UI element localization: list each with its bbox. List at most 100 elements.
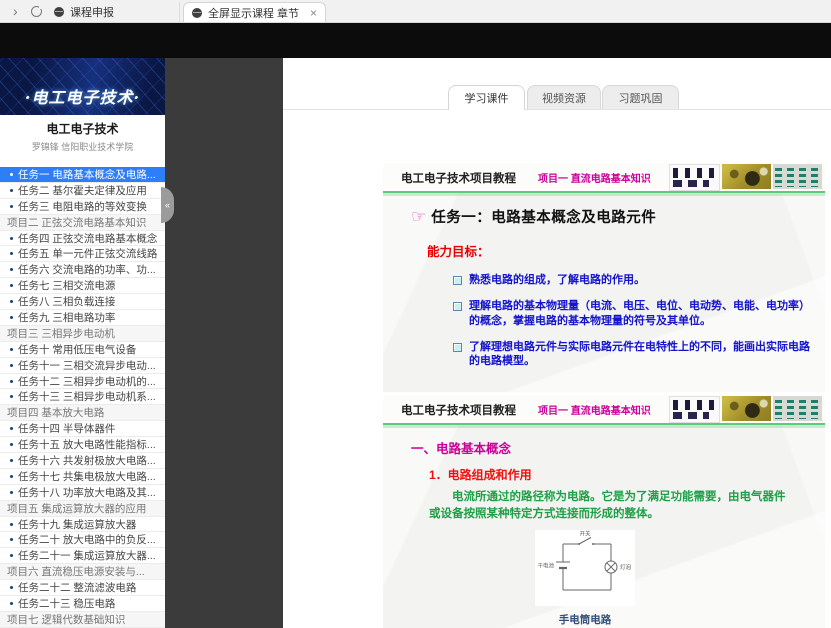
sidebar-item-task[interactable]: 任务十八 功率放大电路及其... <box>0 485 165 501</box>
bullet-dot-icon <box>10 380 13 383</box>
sidebar-item-label: 任务十九 集成运算放大器 <box>18 517 136 532</box>
browser-tab-label: 课程申报 <box>70 4 114 20</box>
slide-1: 电工电子技术项目教程 项目一 直流电路基本知识 ☞ 任务一：电路基本概念及电路元… <box>383 163 825 392</box>
tab-exercises[interactable]: 习题巩固 <box>602 85 679 109</box>
sidebar-section-header[interactable]: 项目七 逻辑代数基础知识 <box>0 612 165 628</box>
sidebar-item-task[interactable]: 任务二十三 稳压电路 <box>0 596 165 612</box>
course-title: 电工电子技术 <box>0 120 165 137</box>
bullet-dot-icon <box>10 395 13 398</box>
sidebar-menu: 任务一 电路基本概念及电路...任务二 基尔霍夫定律及应用任务三 电阻电路的等效… <box>0 167 165 628</box>
sidebar-item-label: 项目二 正弦交流电路基本知识 <box>7 215 146 230</box>
sidebar-item-label: 任务七 三相交流电源 <box>18 278 115 293</box>
sidebar-item-label: 任务十八 功率放大电路及其... <box>18 485 156 500</box>
sidebar-item-task[interactable]: 任务十七 共集电极放大电路... <box>0 469 165 485</box>
body-paragraph: 电流所通过的路径称为电路。它是为了满足功能需要，由电气器件或设备按照某种特定方式… <box>429 489 787 522</box>
bullet-dot-icon <box>10 316 13 319</box>
bullet-dot-icon <box>10 205 13 208</box>
sidebar-item-task[interactable]: 任务十三 三相异步电动机系... <box>0 389 165 405</box>
bullet-dot-icon <box>10 237 13 240</box>
tab-learning-courseware[interactable]: 学习课件 <box>448 85 525 110</box>
slide-header: 电工电子技术项目教程 项目一 直流电路基本知识 <box>383 163 825 193</box>
sidebar-item-label: 任务十一 三相交流异步电动... <box>18 358 156 373</box>
sidebar-item-task[interactable]: 任务一 电路基本概念及电路... <box>0 167 165 183</box>
browser-tab-label: 全屏显示课程 章节 <box>208 5 299 21</box>
bullet-dot-icon <box>10 602 13 605</box>
sidebar-section-header[interactable]: 项目六 直流稳压电源安装与... <box>0 564 165 580</box>
bullet-dot-icon <box>10 538 13 541</box>
sidebar-section-header[interactable]: 项目五 集成运算放大器的应用 <box>0 501 165 517</box>
sidebar-item-task[interactable]: 任务二十 放大电路中的负反... <box>0 532 165 548</box>
tab-divider-line <box>283 109 831 110</box>
simulation-screenshot-thumbnail <box>773 396 822 421</box>
sidebar-item-label: 任务十七 共集电极放大电路... <box>18 469 156 484</box>
sidebar-item-task[interactable]: 任务九 三相电路功率 <box>0 310 165 326</box>
sidebar-section-header[interactable]: 项目四 基本放大电路 <box>0 405 165 421</box>
sidebar-item-label: 任务十五 放大电路性能指标... <box>18 437 156 452</box>
sidebar-item-task[interactable]: 任务十九 集成运算放大器 <box>0 517 165 533</box>
sidebar-item-label: 任务二十三 稳压电路 <box>18 596 115 611</box>
sidebar-item-task[interactable]: 任务四 正弦交流电路基本概念 <box>0 231 165 247</box>
slide-header-title: 电工电子技术项目教程 <box>401 170 516 186</box>
bullet-dot-icon <box>10 284 13 287</box>
sidebar-section-header[interactable]: 项目三 三相异步电动机 <box>0 326 165 342</box>
sidebar-item-task[interactable]: 任务二十一 集成运算放大器... <box>0 548 165 564</box>
sidebar-item-task[interactable]: 任务十二 三相异步电动机的... <box>0 374 165 390</box>
sidebar-item-task[interactable]: 任务十五 放大电路性能指标... <box>0 437 165 453</box>
close-icon[interactable]: × <box>310 7 317 19</box>
circuit-diagram: 开关 干电池 灯泡 <box>535 530 635 606</box>
slide-2: 电工电子技术项目教程 项目一 直流电路基本知识 一、电路基本概念 1．电路组成和… <box>383 395 825 628</box>
bullet-dot-icon <box>10 554 13 557</box>
bullet-text: 理解电路的基本物理量（电流、电压、电位、电动势、电能、电功率）的概念，掌握电路的… <box>469 299 811 329</box>
circuit-schematic-thumbnail <box>669 164 720 191</box>
figure-caption: 手电筒电路 <box>533 612 637 627</box>
switch-label: 开关 <box>579 530 591 538</box>
sidebar-item-label: 任务三 电阻电路的等效变换 <box>18 199 147 214</box>
sidebar-item-task[interactable]: 任务十 常用低压电气设备 <box>0 342 165 358</box>
course-sidebar: ·电工电子技术· 电工电子技术 罗锦锋 信阳职业技术学院 任务一 电路基本概念及… <box>0 58 165 628</box>
circuit-schematic-thumbnail <box>669 396 720 423</box>
sidebar-item-task[interactable]: 任务二 基尔霍夫定律及应用 <box>0 183 165 199</box>
tab-video-resources[interactable]: 视频资源 <box>527 85 601 109</box>
sidebar-item-task[interactable]: 任务三 电阻电路的等效变换 <box>0 199 165 215</box>
forward-icon[interactable]: › <box>13 3 18 19</box>
sidebar-item-task[interactable]: 任务八 三相负载连接 <box>0 294 165 310</box>
pcb-photo-thumbnail <box>722 164 771 189</box>
slide-header-title: 电工电子技术项目教程 <box>401 402 516 418</box>
sidebar-item-task[interactable]: 任务十四 半导体器件 <box>0 421 165 437</box>
sidebar-section-header[interactable]: 项目二 正弦交流电路基本知识 <box>0 215 165 231</box>
square-bullet-icon <box>453 276 462 285</box>
sidebar-item-label: 项目三 三相异步电动机 <box>7 326 115 341</box>
sidebar-item-label: 任务二十一 集成运算放大器... <box>18 548 156 563</box>
background-gap <box>165 58 283 628</box>
bullet-dot-icon <box>10 459 13 462</box>
sidebar-item-task[interactable]: 任务七 三相交流电源 <box>0 278 165 294</box>
pcb-photo-thumbnail <box>722 396 771 421</box>
browser-topbar: › 课程申报 全屏显示课程 章节 × <box>0 0 831 23</box>
sidebar-item-task[interactable]: 任务二十二 整流滤波电路 <box>0 580 165 596</box>
flashlight-circuit-figure: 开关 干电池 灯泡 手电筒电路 <box>533 530 637 627</box>
sidebar-item-task[interactable]: 任务六 交流电路的功率、功... <box>0 262 165 278</box>
sidebar-item-label: 任务五 单一元件正弦交流线路 <box>18 246 157 261</box>
sidebar-item-task[interactable]: 任务五 单一元件正弦交流线路 <box>0 246 165 262</box>
bullet-dot-icon <box>10 475 13 478</box>
sub-heading: 1．电路组成和作用 <box>429 466 825 483</box>
globe-icon <box>192 8 202 18</box>
bullet-item: 了解理想电路元件与实际电路元件在电特性上的不同，能画出实际电路的电路模型。 <box>453 340 811 370</box>
bullet-dot-icon <box>10 443 13 446</box>
section-heading: 一、电路基本概念 <box>411 438 825 457</box>
sidebar-item-label: 任务二 基尔霍夫定律及应用 <box>18 183 147 198</box>
sidebar-item-label: 任务四 正弦交流电路基本概念 <box>18 231 157 246</box>
sidebar-item-label: 任务十六 共发射极放大电路... <box>18 453 156 468</box>
refresh-icon[interactable] <box>31 6 42 17</box>
battery-label: 干电池 <box>537 562 554 570</box>
bullet-dot-icon <box>10 364 13 367</box>
sidebar-item-label: 任务二十 放大电路中的负反... <box>18 532 156 547</box>
browser-tab-fullscreen-course[interactable]: 全屏显示课程 章节 × <box>183 2 326 22</box>
sidebar-item-task[interactable]: 任务十一 三相交流异步电动... <box>0 358 165 374</box>
sidebar-item-task[interactable]: 任务十六 共发射极放大电路... <box>0 453 165 469</box>
simulation-screenshot-thumbnail <box>773 164 822 189</box>
slide-header-unit: 项目一 直流电路基本知识 <box>538 402 651 417</box>
browser-tab-course-declare[interactable]: 课程申报 <box>46 2 180 22</box>
sidebar-item-label: 任务十三 三相异步电动机系... <box>18 389 156 404</box>
banner-art-title: ·电工电子技术· <box>0 84 165 108</box>
